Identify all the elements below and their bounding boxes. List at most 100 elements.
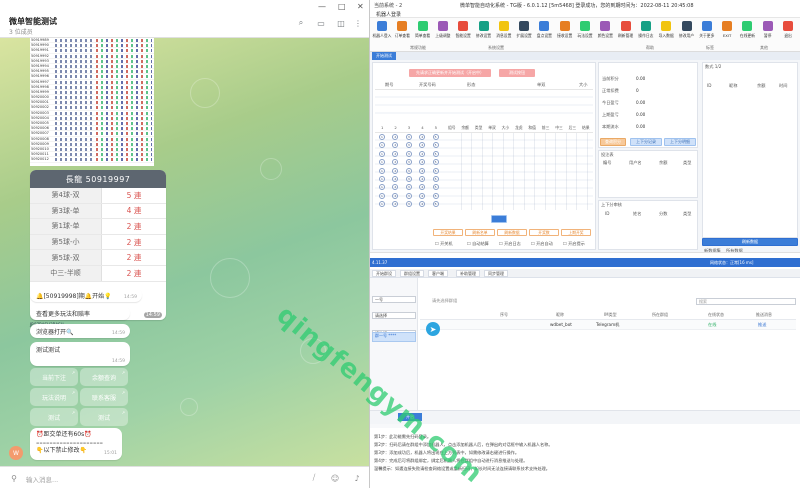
message-bubble[interactable]: 浏览器打开🔍 14:59 (30, 324, 130, 338)
keyboard-button-test[interactable]: 测试 ↗ (80, 408, 128, 426)
toolbar-button[interactable]: 颜色设置 (595, 21, 615, 47)
stat-value: 0 (636, 88, 639, 93)
result-tags (96, 122, 152, 125)
tab-group-settings[interactable]: 群组设置 (400, 270, 424, 277)
query-score-button[interactable]: 查询积分 (600, 138, 626, 146)
checkbox-icon[interactable]: ☐ (531, 241, 535, 246)
member-panel: 数式 1/2 ID 昵称 余额 时间 (702, 62, 798, 238)
filter-button[interactable]: 刷新名单 (465, 229, 495, 236)
column-header: 所在群组 (652, 312, 668, 317)
minimize-button[interactable]: — (318, 2, 326, 11)
telegram-icon: ➤ (426, 322, 440, 336)
toolbar-button[interactable]: 退出 (778, 21, 798, 47)
test-button[interactable]: 测试按钮 (499, 69, 535, 77)
toggle-switch[interactable] (491, 215, 507, 223)
toolbar-button[interactable]: 操作日志 (636, 21, 656, 47)
chat-icon[interactable]: ▭ (316, 18, 326, 28)
ball-number: 5 (432, 134, 439, 140)
group-select[interactable]: 一号 (372, 296, 416, 303)
toolbar-button[interactable]: 简单查看 (413, 21, 433, 47)
chat-title[interactable]: 微单智能测试 (9, 16, 57, 27)
more-icon[interactable]: ⋮ (353, 18, 363, 28)
filter-button[interactable]: 刷新数据 (497, 229, 527, 236)
toolbar-button[interactable]: 玩法设置 (575, 21, 595, 47)
toolbar-button[interactable]: 智能设置 (453, 21, 473, 47)
sidebar-icon[interactable]: ◫ (336, 18, 346, 28)
ball-number: 4 (419, 167, 426, 174)
number-header: 和值 (528, 125, 536, 130)
toolbar-button[interactable]: 修改设置 (474, 21, 494, 47)
tab-client[interactable]: 客户端 (428, 270, 448, 277)
stat-label: 上期盈亏 (602, 112, 619, 117)
main-panel: 先请求正确更新并开始测试（开启中） 测试按钮 期号 开奖号码 形态 单双 大小 … (372, 62, 596, 250)
ball-numbers (54, 59, 94, 63)
microphone-icon[interactable]: ♪ (352, 473, 362, 483)
toolbar-button[interactable]: 刷新管理 (616, 21, 636, 47)
message-bubble[interactable]: 🔔[50919998]期🔔开始💡 14:59 (30, 288, 142, 302)
option-checkbox[interactable]: ☐ 开启自动 (531, 241, 553, 247)
toolbar-button[interactable]: 修改用户 (677, 21, 697, 47)
checkbox-icon[interactable]: ☐ (563, 241, 567, 246)
start-test-button[interactable]: 先请求正确更新并开始测试（开启中） (409, 69, 491, 77)
message-input[interactable]: 输入消息... (26, 474, 58, 484)
message-link[interactable]: 浏览器打开🔍 (36, 329, 73, 336)
message-bubble[interactable]: ⏰距交单还有60s⏰ ==================== 👇以下禁止修改👇… (30, 428, 122, 460)
keyboard-button-support[interactable]: 联系客服 ↗ (80, 388, 128, 406)
option-checkbox[interactable]: ☐ 开关机 (435, 241, 453, 247)
filter-button[interactable]: 开奖数 (529, 229, 559, 236)
keyboard-label: 测试 (47, 414, 60, 422)
tab-group[interactable]: 开始群设 (372, 270, 396, 277)
emoji-icon[interactable]: ☺ (330, 473, 340, 483)
toolbar-button[interactable]: 机器人登入 (372, 21, 392, 47)
avatar[interactable]: W (9, 446, 23, 460)
score-record-button[interactable]: 上下分记录 (630, 138, 662, 146)
table-row[interactable]: wdbet_bot Telegram机 在线 推送 (420, 320, 796, 330)
toolbar-button[interactable]: 上级调整 (433, 21, 453, 47)
keyboard-button-balance[interactable]: 余额查询 ↗ (80, 368, 128, 386)
checkbox-icon[interactable]: ☐ (499, 241, 503, 246)
ball-numbers (54, 147, 94, 151)
attach-icon[interactable]: ⚲ (9, 473, 19, 483)
option-checkbox[interactable]: ☐ 开启日志 (499, 241, 521, 247)
maximize-button[interactable]: □ (338, 2, 346, 11)
toolbar-button[interactable]: EXIT (717, 21, 737, 47)
option-checkbox[interactable]: ☐ 开启提示 (563, 241, 585, 247)
keyboard-button-test[interactable]: 测试 ↗ (30, 408, 78, 426)
dragon-row: 第5球-小 2 連 (30, 234, 166, 251)
toolbar-button[interactable]: 在线更新 (737, 21, 757, 47)
filter-button[interactable]: 开奖结果 (433, 229, 463, 236)
push-link[interactable]: 推送 (758, 322, 766, 328)
result-tags (96, 132, 152, 136)
group-select[interactable]: 请选择 (372, 312, 416, 319)
option-checkbox[interactable]: ☐ 自动结算 (467, 241, 489, 247)
message-bubble[interactable]: 查看更多玩法和赔率 (30, 306, 130, 320)
tab-assist[interactable]: 补助管理 (456, 270, 480, 277)
commands-icon[interactable]: ⧸ (309, 473, 319, 483)
member-col: ID (707, 83, 712, 88)
tab-start-test[interactable]: 开始测试 (372, 52, 396, 60)
ball-numbers (54, 49, 94, 53)
close-button[interactable]: ✕ (357, 2, 364, 11)
ball-number: 1 (379, 192, 385, 199)
checkbox-icon[interactable]: ☐ (467, 241, 471, 246)
filter-button[interactable]: 上期开奖 (561, 229, 591, 236)
tab-sync[interactable]: 同步管理 (484, 270, 508, 277)
toolbar-button[interactable]: 订单查看 (392, 21, 412, 47)
search-input[interactable]: 搜索 (696, 298, 796, 305)
toolbar-button[interactable]: 接收设置 (555, 21, 575, 47)
keyboard-button-current-bet[interactable]: 当前下注 ↗ (30, 368, 78, 386)
selected-group[interactable]: 群一号 **** (372, 332, 416, 342)
score-detail-button[interactable]: 上下分明细 (664, 138, 696, 146)
search-icon[interactable]: ⌕ (296, 18, 306, 28)
toolbar-label: 退出 (784, 33, 792, 38)
toolbar-button[interactable]: 导入数据 (656, 21, 676, 47)
refresh-data-button[interactable]: 刷新数据 (702, 238, 798, 246)
toolbar-button[interactable]: 扩展设置 (514, 21, 534, 47)
keyboard-button-rules[interactable]: 玩法说明 ↗ (30, 388, 78, 406)
toolbar-button[interactable]: 暂停 (758, 21, 778, 47)
checkbox-icon[interactable]: ☐ (435, 241, 439, 246)
message-bubble[interactable]: 测试测试 14:59 (30, 342, 130, 366)
toolbar-button[interactable]: 关于更多 (697, 21, 717, 47)
toolbar-button[interactable]: 盘点设置 (534, 21, 554, 47)
toolbar-button[interactable]: 消息设置 (494, 21, 514, 47)
